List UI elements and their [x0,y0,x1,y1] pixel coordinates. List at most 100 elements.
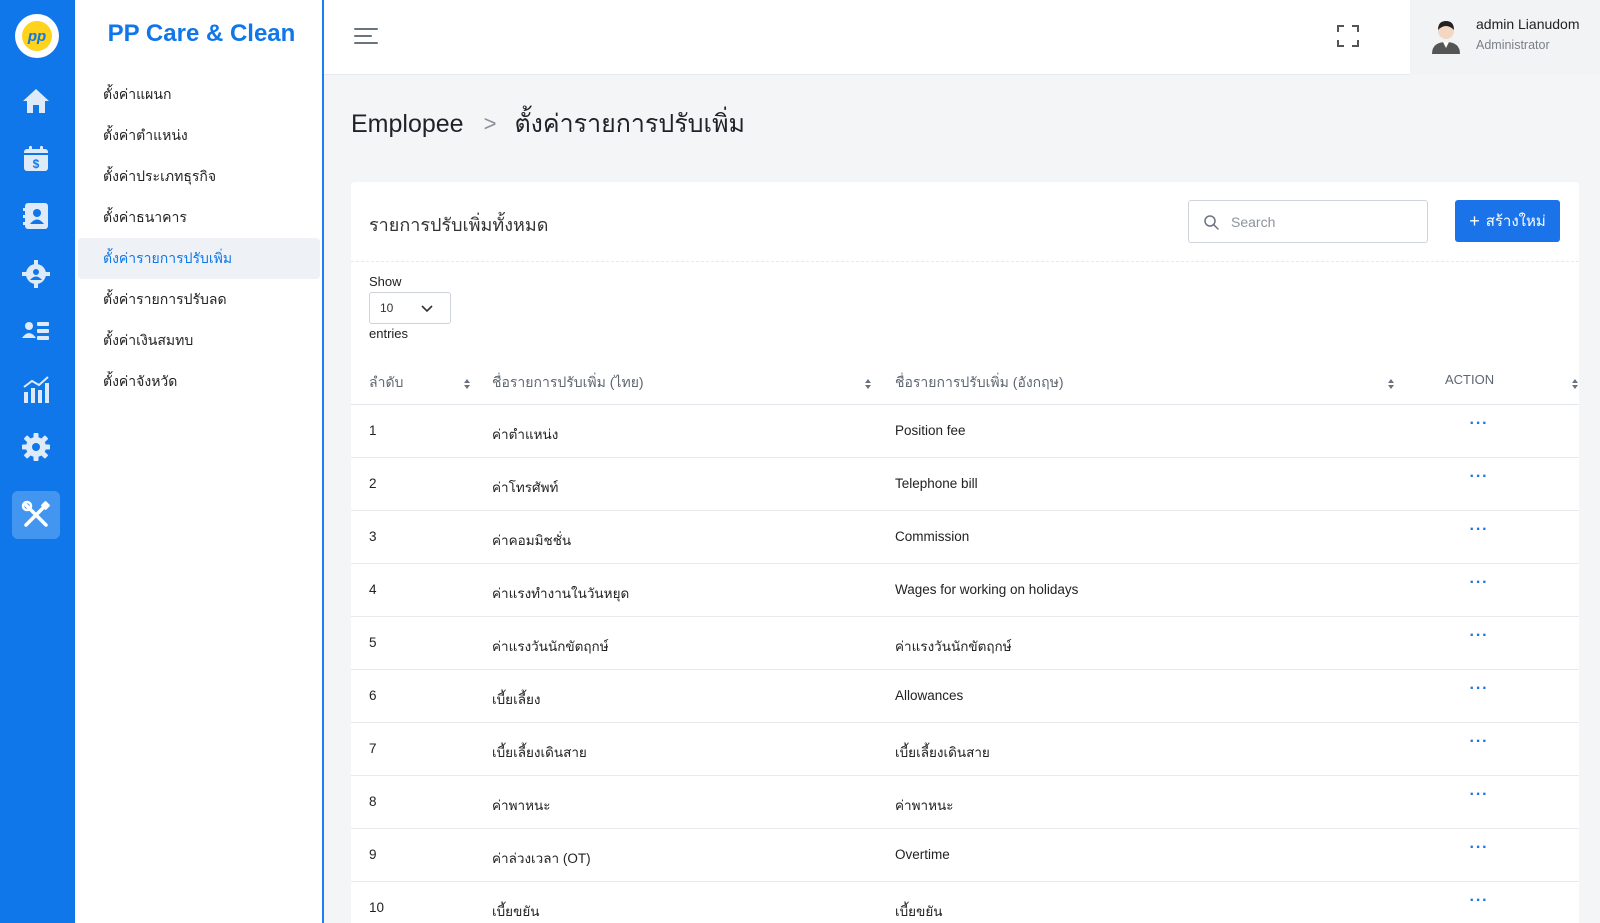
brand-title: PP Care & Clean [107,20,296,47]
user-profile[interactable]: admin Lianudom Administrator [1410,0,1600,75]
team-gear-icon [22,260,50,288]
tools-icon [21,500,50,527]
rail-home[interactable] [12,77,60,125]
cell-name-english: Telephone bill [895,476,978,491]
row-action-menu-icon[interactable]: ··· [1467,627,1491,644]
cell-name-english: เบี้ยเลี้ยงเดินสาย [895,745,990,760]
sort-icon[interactable] [463,378,471,390]
top-bar: admin Lianudom Administrator [324,0,1600,75]
create-new-button[interactable]: + สร้างใหม่ [1455,200,1560,242]
column-header-name-thai[interactable]: ชื่อรายการปรับเพิ่ม (ไทย) [492,372,644,394]
submenu-item-province[interactable]: ตั้งค่าจังหวัด [78,361,320,402]
sort-icon[interactable] [864,378,872,390]
row-action-menu-icon[interactable]: ··· [1467,521,1491,538]
cell-name-english: Allowances [895,688,964,703]
sort-icon[interactable] [1387,378,1395,390]
cell-number: 6 [369,688,377,703]
submenu-item-label: ตั้งค่าแผนก [103,85,172,102]
rail-settings[interactable] [12,423,60,471]
icon-rail: pp $ [0,0,75,923]
cell-number: 5 [369,635,377,650]
settings-gear-icon [22,433,50,461]
column-header-action[interactable]: ACTION [1445,372,1494,387]
create-new-label: สร้างใหม่ [1485,213,1546,230]
fullscreen-icon[interactable] [1336,24,1360,48]
search-icon [1204,215,1219,230]
search-input[interactable] [1231,209,1421,235]
submenu-item-business-type[interactable]: ตั้งค่าประเภทธุรกิจ [78,156,320,197]
cell-name-thai: ค่าแรงทำงานในวันหยุด [492,586,630,601]
cell-name-thai: เบี้ยขยัน [492,904,540,919]
sort-icon[interactable] [1571,378,1579,390]
cell-number: 3 [369,529,377,544]
cell-number: 9 [369,847,377,862]
plus-icon: + [1469,210,1480,231]
user-list-icon [22,322,49,340]
search-box [1188,200,1428,243]
submenu-item-contributions[interactable]: ตั้งค่าเงินสมทบ [78,320,320,361]
cell-number: 4 [369,582,377,597]
table-row: 10 เบี้ยขยัน เบี้ยขยัน ··· [351,882,1579,923]
show-label: Show [369,274,402,289]
cell-number: 8 [369,794,377,809]
table-row: 1 ค่าตำแหน่ง Position fee ··· [351,405,1579,458]
entries-label: entries [369,326,409,341]
app-logo[interactable]: pp [15,14,59,58]
cell-number: 2 [369,476,377,491]
submenu-item-bank[interactable]: ตั้งค่าธนาคาร [78,197,320,238]
avatar-icon [1432,21,1460,54]
row-action-menu-icon[interactable]: ··· [1467,733,1491,750]
submenu-item-label: ตั้งค่าจังหวัด [103,372,178,389]
page-length-value: 10 [380,301,394,315]
svg-text:$: $ [33,157,40,171]
rail-tools[interactable] [12,491,60,539]
rail-analytics[interactable] [12,366,60,414]
submenu-item-position[interactable]: ตั้งค่าตำแหน่ง [78,115,320,156]
row-action-menu-icon[interactable]: ··· [1467,574,1491,591]
rail-payroll[interactable]: $ [12,135,60,183]
menu-toggle-icon[interactable] [354,24,380,48]
row-action-menu-icon[interactable]: ··· [1467,892,1491,909]
cell-name-english: ค่าแรงวันนักขัตฤกษ์ [895,639,1012,654]
rail-team[interactable] [12,250,60,298]
table-row: 7 เบี้ยเลี้ยงเดินสาย เบี้ยเลี้ยงเดินสาย … [351,723,1579,776]
rail-users[interactable] [12,307,60,355]
row-action-menu-icon[interactable]: ··· [1467,468,1491,485]
submenu-item-label: ตั้งค่าเงินสมทบ [103,331,194,348]
row-action-menu-icon[interactable]: ··· [1467,680,1491,697]
cell-number: 1 [369,423,377,438]
cell-number: 7 [369,741,377,756]
row-action-menu-icon[interactable]: ··· [1467,415,1491,432]
table-row: 5 ค่าแรงวันนักขัตฤกษ์ ค่าแรงวันนักขัตฤกษ… [351,617,1579,670]
submenu-item-label: ตั้งค่าธนาคาร [103,208,187,225]
page-length-select[interactable]: 10 [369,292,451,324]
cell-name-english: Wages for working on holidays [895,582,1079,597]
cell-name-thai: ค่าตำแหน่ง [492,427,559,442]
cell-name-thai: ค่าแรงวันนักขัตฤกษ์ [492,639,609,654]
cell-name-thai: ค่าล่วงเวลา (OT) [492,851,591,866]
submenu-item-department[interactable]: ตั้งค่าแผนก [78,74,320,115]
additions-card: รายการปรับเพิ่มทั้งหมด + สร้างใหม่ Show … [351,182,1579,923]
submenu-list: ตั้งค่าแผนก ตั้งค่าตำแหน่ง ตั้งค่าประเภท… [78,74,320,402]
rail-contacts[interactable] [12,192,60,240]
row-action-menu-icon[interactable]: ··· [1467,786,1491,803]
submenu-item-label: ตั้งค่าตำแหน่ง [103,126,188,143]
column-header-number[interactable]: ลำดับ [369,372,403,394]
submenu-item-label: ตั้งค่าประเภทธุรกิจ [103,167,217,184]
cell-name-english: เบี้ยขยัน [895,904,943,919]
breadcrumb-chevron-icon: > [483,111,497,136]
breadcrumb-parent[interactable]: Emplopee [351,110,464,139]
header-divider [351,261,1579,262]
submenu-item-deductions[interactable]: ตั้งค่ารายการปรับลด [78,279,320,320]
column-header-name-english[interactable]: ชื่อรายการปรับเพิ่ม (อังกฤษ) [895,372,1064,394]
table-row: 3 ค่าคอมมิชชั่น Commission ··· [351,511,1579,564]
cell-name-thai: ค่าโทรศัพท์ [492,480,559,495]
cell-name-english: ค่าพาหนะ [895,798,954,813]
submenu-item-additions[interactable]: ตั้งค่ารายการปรับเพิ่ม [78,238,320,279]
cell-name-english: Commission [895,529,970,544]
page-title: ตั้งค่ารายการปรับเพิ่ม [514,110,746,138]
cell-name-thai: ค่าพาหนะ [492,798,551,813]
cell-name-thai: ค่าคอมมิชชั่น [492,533,572,548]
cell-name-thai: เบี้ยเลี้ยง [492,692,541,707]
row-action-menu-icon[interactable]: ··· [1467,839,1491,856]
